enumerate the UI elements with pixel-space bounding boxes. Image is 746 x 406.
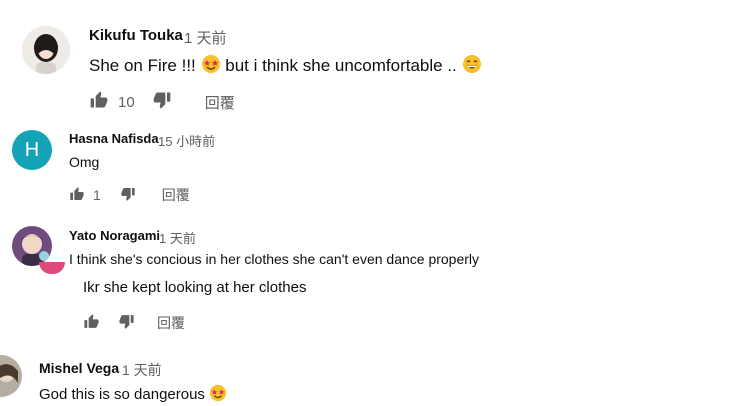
comment-time[interactable]: 15 小時前 [158, 131, 215, 150]
like-count: 10 [118, 93, 135, 111]
comment-time[interactable]: 1 天前 [122, 360, 162, 380]
comment-actions: 1 回覆 [69, 185, 190, 205]
comment-time[interactable]: 1 天前 [184, 27, 227, 48]
avatar[interactable] [12, 226, 52, 266]
comment-author[interactable]: Kikufu Touka [89, 27, 183, 44]
comment-time[interactable]: 1 天前 [159, 228, 196, 247]
reply-avatar[interactable] [39, 262, 65, 274]
reply-thread: Ikr she kept looking at her clothes 回覆 [0, 262, 746, 336]
thumb-up-icon[interactable] [69, 186, 85, 205]
comment-text: Omg [69, 154, 100, 170]
comment-thread-4: Mishel Vega 1 天前 God this is so dangerou… [0, 350, 746, 403]
comment-author[interactable]: Hasna Nafisda [69, 131, 159, 146]
comment-text: God this is so dangerous [39, 384, 227, 406]
like-count: 1 [93, 187, 101, 203]
reply-text: Ikr she kept looking at her clothes [83, 279, 307, 296]
thumb-up-icon[interactable] [83, 313, 100, 333]
comment-thread-2: H Hasna Nafisda 15 小時前 Omg 1 回覆 [0, 120, 746, 210]
avatar[interactable] [0, 355, 22, 397]
comment-author[interactable]: Yato Noragami [69, 228, 160, 243]
comment-text: She on Fire !!! but i think she uncomfor… [89, 54, 482, 79]
comment-actions: 回覆 [83, 313, 185, 333]
thumb-down-icon[interactable] [118, 313, 135, 333]
avatar-letter: H [24, 138, 40, 161]
grin-emoji [462, 54, 482, 79]
star-eyes-emoji [201, 54, 221, 79]
star-eyes-emoji [209, 384, 227, 406]
comment-thread-1: Kikufu Touka 1 天前 She on Fire !!! but i … [0, 0, 746, 120]
reply-button[interactable]: 回覆 [205, 92, 235, 113]
thumb-up-icon[interactable] [89, 90, 109, 114]
reply-button[interactable]: 回覆 [162, 185, 190, 205]
avatar[interactable] [22, 26, 70, 74]
thumb-down-icon[interactable] [152, 90, 172, 114]
avatar[interactable]: H [12, 130, 52, 170]
reply-button[interactable]: 回覆 [157, 313, 185, 333]
comment-actions: 10 回覆 [89, 90, 235, 114]
comment-author[interactable]: Mishel Vega [39, 360, 119, 376]
thumb-down-icon[interactable] [120, 186, 136, 205]
